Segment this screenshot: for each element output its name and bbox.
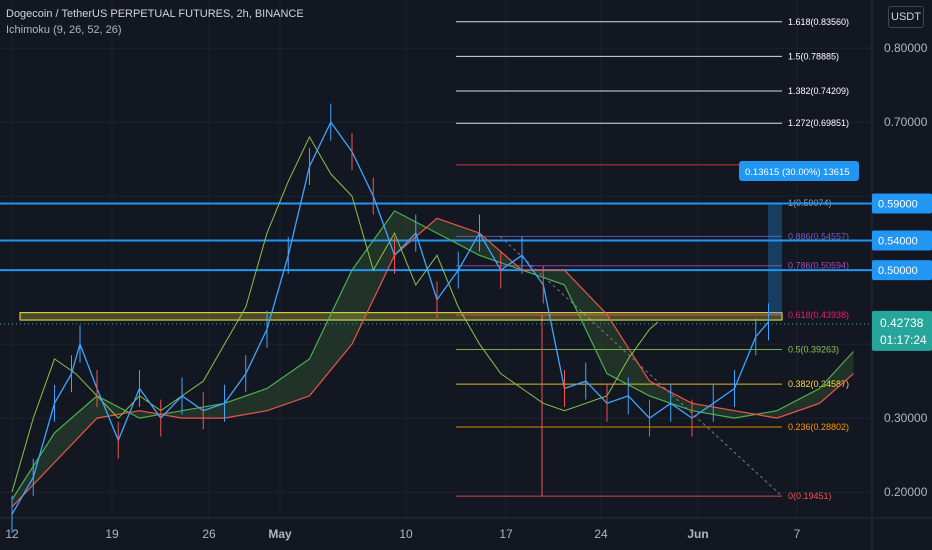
time-axis[interactable]: 12 19 26 May 10 17 24 Jun 7 — [5, 527, 800, 541]
currency-button[interactable]: USDT — [888, 6, 924, 28]
price-tick-label: 0.80000 — [884, 41, 928, 55]
time-tick-label: Jun — [687, 527, 708, 541]
price-tick-label: 0.20000 — [884, 485, 928, 499]
measure-text: 0.13615 (30.00%) 13615 — [745, 167, 850, 178]
chart-canvas[interactable]: 1.618(0.83560) 1.5(0.78885) 1.382(0.74209)… — [0, 0, 932, 550]
time-tick-label: 7 — [794, 527, 801, 541]
indicator-label: Ichimoku (9, 26, 52, 26) — [6, 24, 122, 36]
bar-countdown-text: 01:17:24 — [880, 333, 927, 347]
time-tick-label: 26 — [202, 527, 216, 541]
fib-level-label: 1.382(0.74209) — [788, 86, 849, 96]
chart-title: Dogecoin / TetherUS PERPETUAL FUTURES, 2… — [6, 8, 304, 20]
time-tick-label: 12 — [5, 527, 19, 541]
time-tick-label: 10 — [399, 527, 413, 541]
time-tick-label: 24 — [594, 527, 608, 541]
level-price-text: 0.50000 — [878, 265, 918, 277]
fibonacci-retracement[interactable]: 1.618(0.83560) 1.5(0.78885) 1.382(0.74209)… — [456, 17, 849, 501]
span-a-line — [11, 210, 854, 500]
fib-level-label: 1.618(0.83560) — [788, 17, 849, 27]
time-tick-label: May — [268, 527, 292, 541]
grid — [0, 0, 932, 550]
fib-level-label: 0.236(0.28802) — [788, 422, 849, 432]
fib-level-label: 0.618(0.43938) — [788, 310, 849, 320]
fib-level-label: 1.272(0.69851) — [788, 118, 849, 128]
level-price-text: 0.54000 — [878, 236, 918, 248]
ichimoku-cloud — [12, 210, 854, 507]
time-tick-label: 19 — [105, 527, 119, 541]
fib-level-label: 0.382(0.34587) — [788, 379, 849, 389]
fib-level-label: 0.5(0.39263) — [788, 345, 839, 355]
price-tick-label: 0.30000 — [884, 411, 928, 425]
cloud-fill — [12, 210, 854, 507]
highlight-zone[interactable] — [19, 312, 783, 321]
measure-range[interactable] — [768, 202, 782, 315]
time-tick-label: 17 — [499, 527, 513, 541]
level-price-text: 0.59000 — [878, 199, 918, 211]
current-price-text: 0.42738 — [880, 316, 924, 330]
fib-level-label: 1.5(0.78885) — [788, 51, 839, 61]
price-tick-label: 0.70000 — [884, 115, 928, 129]
fib-level-label: 0(0.19451) — [788, 491, 832, 501]
